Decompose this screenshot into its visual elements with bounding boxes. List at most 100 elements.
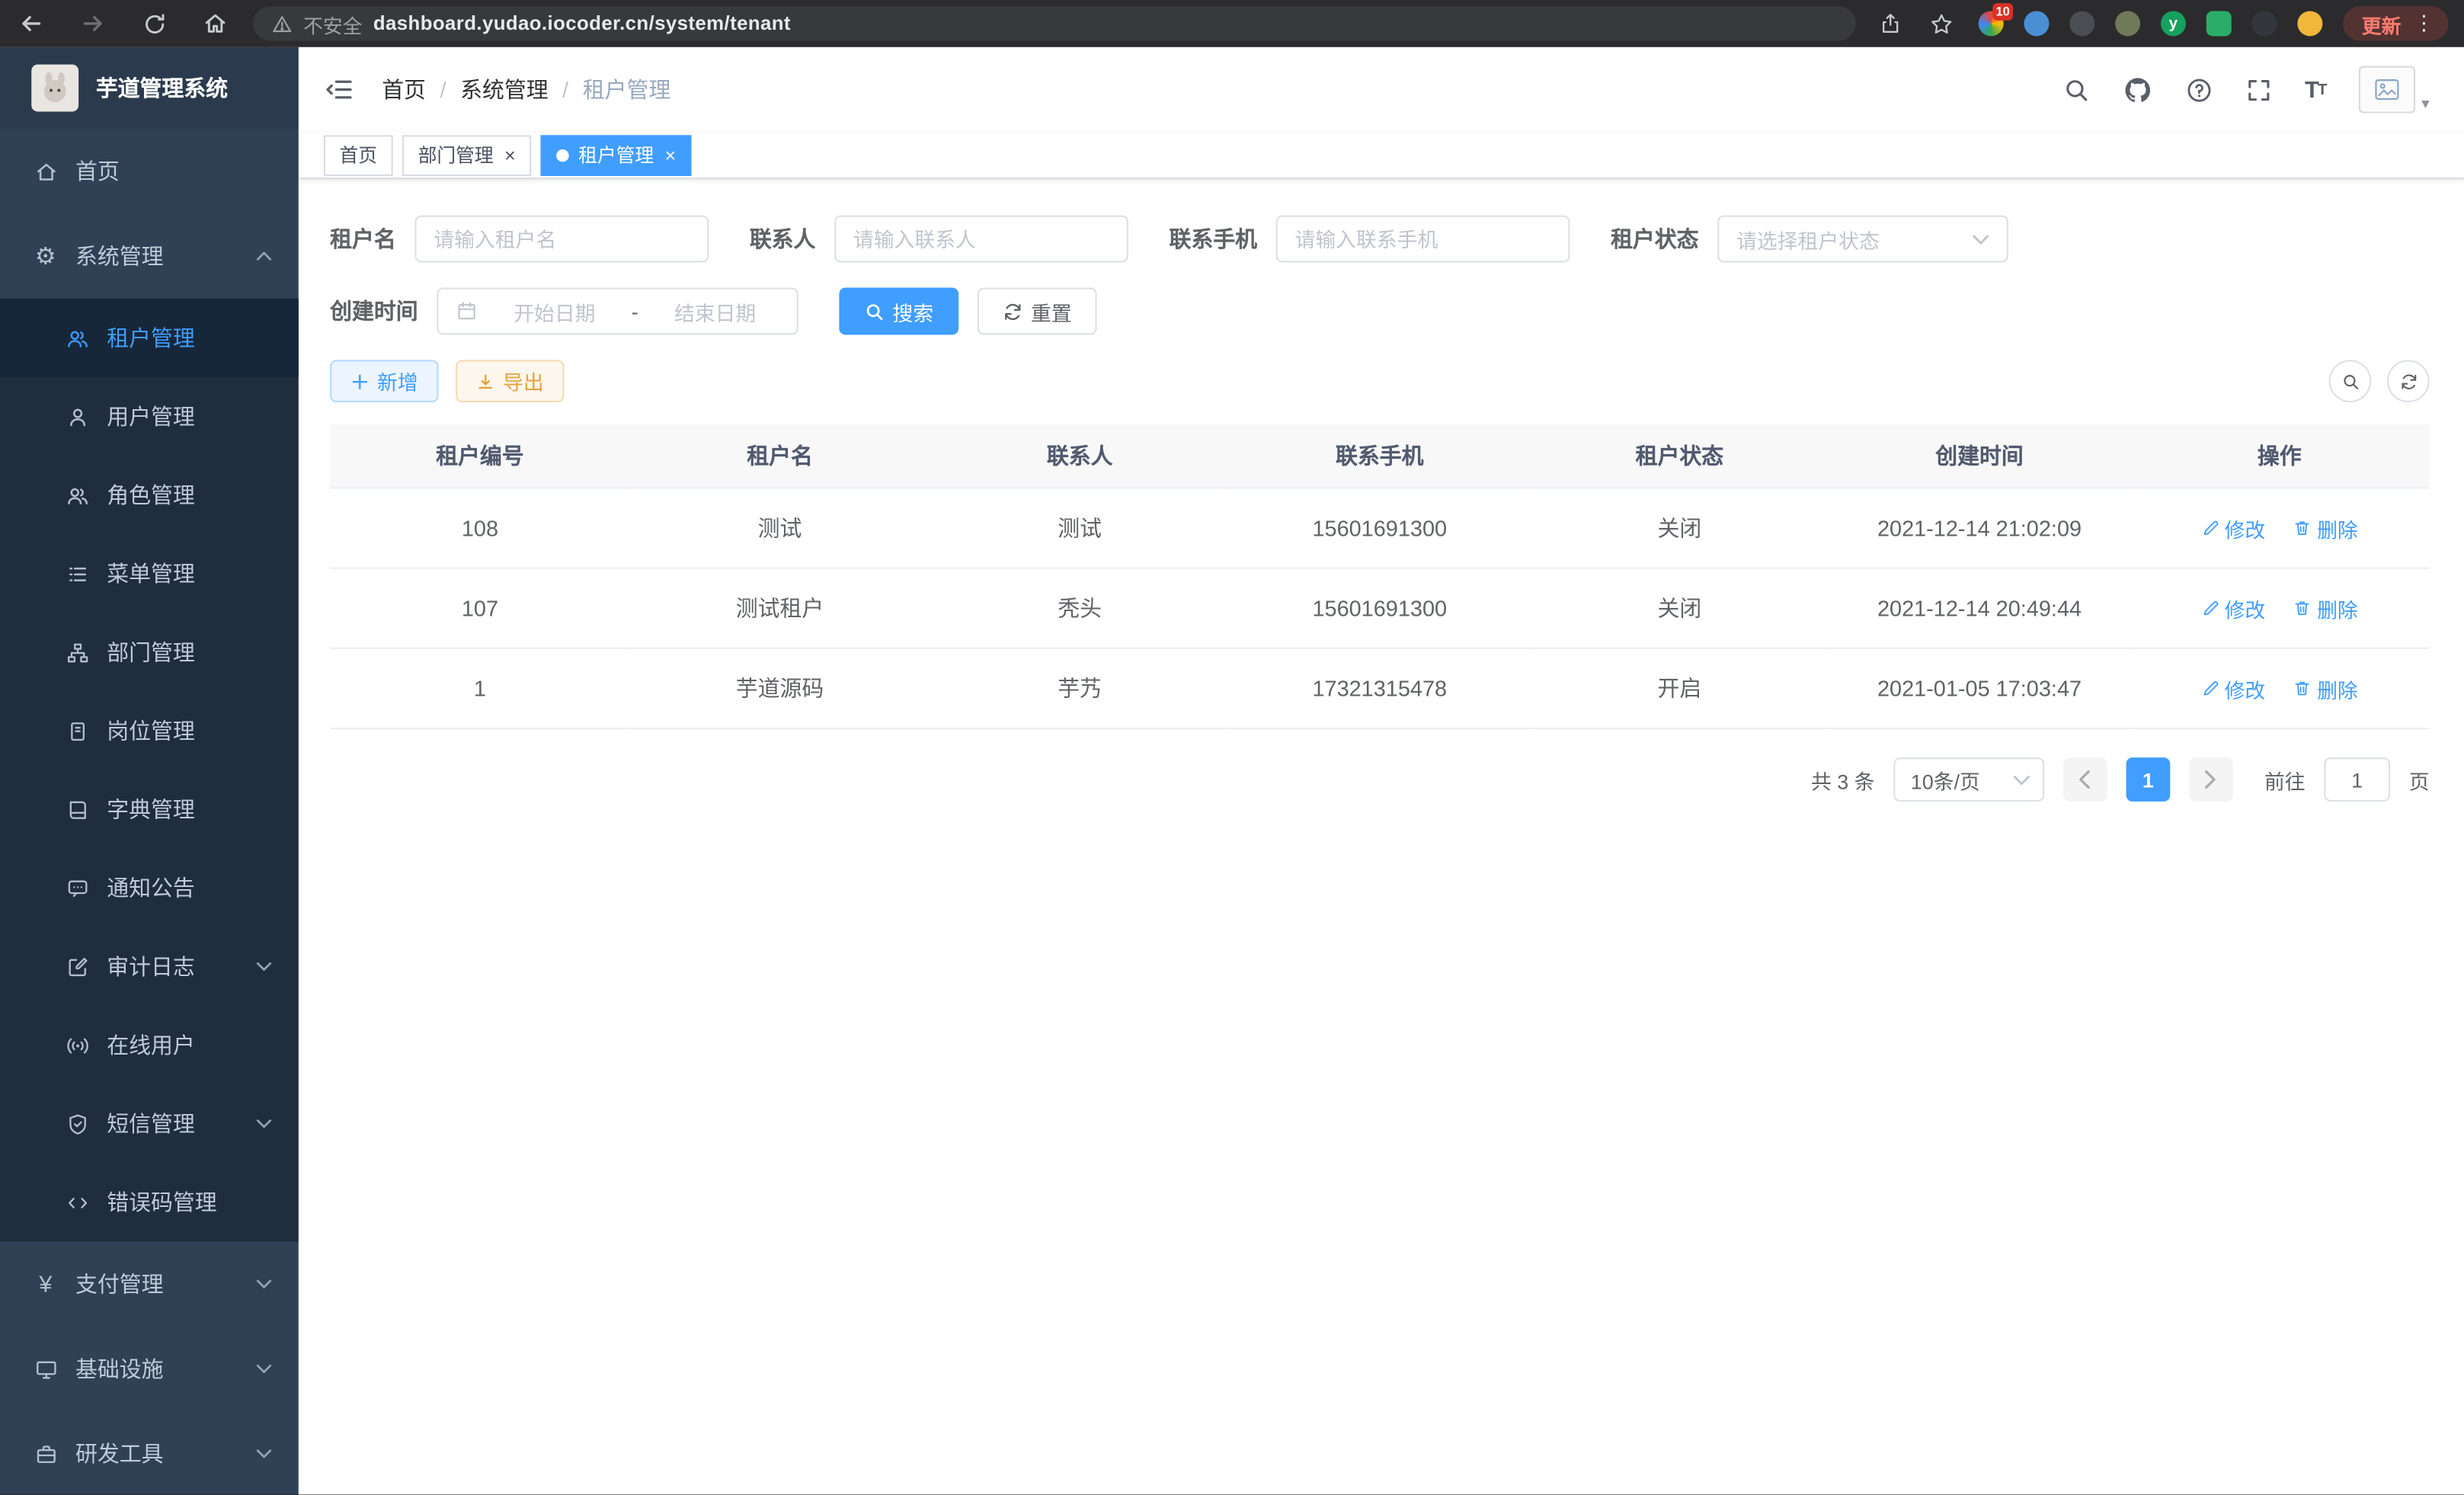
next-page-button[interactable] xyxy=(2189,757,2233,802)
sidebar-item-dict[interactable]: 字典管理 xyxy=(0,770,299,849)
tab-dept[interactable]: 部门管理 × xyxy=(402,134,531,175)
edit-link[interactable]: 修改 xyxy=(2201,674,2266,703)
reload-icon[interactable] xyxy=(139,8,170,39)
forward-icon[interactable] xyxy=(77,8,108,39)
breadcrumb-system[interactable]: 系统管理 xyxy=(460,74,549,105)
date-range-input[interactable]: 开始日期 - 结束日期 xyxy=(437,287,798,335)
breadcrumb-separator: / xyxy=(562,77,568,102)
cell-phone: 15601691300 xyxy=(1230,488,1530,568)
fullscreen-icon[interactable] xyxy=(2245,76,2272,103)
tenant-name-input[interactable] xyxy=(434,227,690,251)
insecure-warning-icon xyxy=(272,14,293,34)
tab-close-icon[interactable]: × xyxy=(665,146,676,165)
sidebar-item-label: 首页 xyxy=(75,155,120,187)
prev-page-button[interactable] xyxy=(2063,757,2107,802)
sidebar-item-post[interactable]: 岗位管理 xyxy=(0,692,299,770)
gear-icon: ⚙ xyxy=(33,245,58,268)
sidebar-item-dept[interactable]: 部门管理 xyxy=(0,613,299,691)
edit-pencil-icon xyxy=(2201,679,2220,698)
sidebar-item-home[interactable]: 首页 xyxy=(0,129,299,213)
extension-icon-yellow[interactable] xyxy=(2297,11,2322,36)
sidebar-item-menu[interactable]: 菜单管理 xyxy=(0,534,299,613)
table-header-row: 租户编号 租户名 联系人 联系手机 租户状态 创建时间 操作 xyxy=(330,424,2430,488)
sidebar-item-label: 部门管理 xyxy=(107,636,195,667)
sidebar-item-tool[interactable]: 研发工具 xyxy=(0,1411,299,1494)
help-icon[interactable] xyxy=(2185,76,2212,103)
font-size-icon[interactable]: TT xyxy=(2305,76,2325,103)
sidebar-item-role[interactable]: 角色管理 xyxy=(0,456,299,534)
page-size-select[interactable]: 10条/页 xyxy=(1893,757,2044,802)
bookmark-star-icon[interactable] xyxy=(1927,8,1958,39)
tab-close-icon[interactable]: × xyxy=(504,146,515,165)
status-select[interactable]: 请选择租户状态 xyxy=(1717,216,2008,263)
sidebar: 芋道管理系统 首页 ⚙ 系统管理 租户 xyxy=(0,47,299,1495)
created-label: 创建时间 xyxy=(330,296,437,327)
edit-link[interactable]: 修改 xyxy=(2201,594,2266,623)
contact-input[interactable] xyxy=(853,227,1109,251)
field-tenant-name: 租户名 xyxy=(330,216,709,263)
browser-update-chip[interactable]: 更新 ⋮ xyxy=(2343,6,2448,40)
browser-menu-icon[interactable]: ⋮ xyxy=(2414,11,2434,36)
tab-home[interactable]: 首页 xyxy=(324,134,393,175)
goto-page-input[interactable] xyxy=(2324,757,2390,802)
user-avatar-menu[interactable]: ▾ xyxy=(2359,66,2430,114)
phone-input[interactable] xyxy=(1295,227,1551,251)
sidebar-item-notice[interactable]: 通知公告 xyxy=(0,849,299,927)
search-button[interactable]: 搜索 xyxy=(839,287,958,335)
sidebar-item-errcode[interactable]: 错误码管理 xyxy=(0,1163,299,1241)
sidebar-item-user[interactable]: 用户管理 xyxy=(0,377,299,456)
extension-icon-colorful[interactable]: 10 xyxy=(1979,11,2004,36)
sidebar-item-online[interactable]: 在线用户 xyxy=(0,1006,299,1084)
cell-actions: 修改 删除 xyxy=(2130,648,2430,728)
reset-button[interactable]: 重置 xyxy=(978,287,1097,335)
extension-icon-chat[interactable] xyxy=(2206,11,2232,36)
share-icon[interactable] xyxy=(1875,8,1906,39)
sidebar-item-infra[interactable]: 基础设施 xyxy=(0,1327,299,1411)
sidebar-collapse-icon[interactable] xyxy=(322,72,357,107)
extension-icon-navy[interactable] xyxy=(2252,11,2277,36)
address-bar[interactable]: 不安全 dashboard.yudao.iocoder.cn/system/te… xyxy=(253,6,1856,40)
extension-icon-olive[interactable] xyxy=(2115,11,2140,36)
active-dot-icon xyxy=(556,149,569,162)
page-number-1[interactable]: 1 xyxy=(2126,757,2170,802)
toggle-search-button[interactable] xyxy=(2329,360,2372,402)
delete-link[interactable]: 删除 xyxy=(2293,513,2358,543)
tab-label: 首页 xyxy=(340,142,378,168)
sidebar-item-system[interactable]: ⚙ 系统管理 xyxy=(0,214,299,299)
security-label: 不安全 xyxy=(303,8,362,38)
search-icon[interactable] xyxy=(2062,76,2089,103)
extension-icon-blue[interactable] xyxy=(2024,11,2049,36)
delete-link[interactable]: 删除 xyxy=(2293,674,2358,703)
cell-contact: 测试 xyxy=(930,488,1230,568)
tab-tenant[interactable]: 租户管理 × xyxy=(541,134,692,175)
date-start-placeholder: 开始日期 xyxy=(491,296,619,326)
edit-link[interactable]: 修改 xyxy=(2201,513,2266,543)
cell-status: 开启 xyxy=(1530,648,1830,728)
sidebar-item-audit[interactable]: 审计日志 xyxy=(0,927,299,1006)
date-separator: - xyxy=(632,299,638,323)
cell-created: 2021-12-14 21:02:09 xyxy=(1829,488,2130,568)
edit-link-label: 修改 xyxy=(2225,674,2266,703)
search-form-row-1: 租户名 联系人 联系手机 xyxy=(330,216,2430,263)
sidebar-item-sms[interactable]: 短信管理 xyxy=(0,1084,299,1163)
github-icon[interactable] xyxy=(2123,75,2152,104)
edit-pencil-icon xyxy=(2201,599,2220,618)
sidebar-item-label: 基础设施 xyxy=(75,1353,164,1385)
delete-link[interactable]: 删除 xyxy=(2293,594,2358,623)
sidebar-item-pay[interactable]: ¥ 支付管理 xyxy=(0,1241,299,1326)
online-signal-icon xyxy=(65,1033,90,1057)
back-icon[interactable] xyxy=(16,8,47,39)
sidebar-item-label: 角色管理 xyxy=(107,479,195,511)
sidebar-item-tenant[interactable]: 租户管理 xyxy=(0,299,299,377)
refresh-table-button[interactable] xyxy=(2387,360,2430,402)
home-icon[interactable] xyxy=(200,8,231,39)
export-button[interactable]: 导出 xyxy=(456,360,564,402)
caret-down-icon: ▾ xyxy=(2421,96,2429,114)
edit-link-label: 修改 xyxy=(2225,594,2266,623)
add-button[interactable]: 新增 xyxy=(330,360,438,402)
extension-icon-dark[interactable] xyxy=(2069,11,2094,36)
extension-icon-green-letter[interactable]: y xyxy=(2161,11,2186,36)
app-logo[interactable]: 芋道管理系统 xyxy=(0,47,299,129)
breadcrumb-home[interactable]: 首页 xyxy=(382,74,426,105)
cell-tenant-id: 107 xyxy=(330,568,630,648)
